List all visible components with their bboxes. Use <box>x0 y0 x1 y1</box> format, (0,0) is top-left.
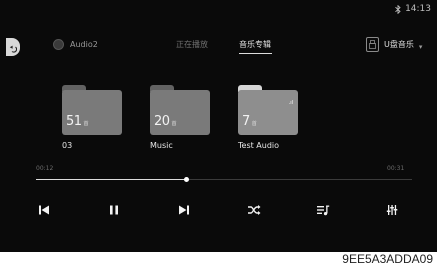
album-track-count: 51 <box>66 114 82 129</box>
album-name: Music <box>150 141 173 150</box>
pause-button[interactable] <box>102 200 126 220</box>
folder-icon: 51 首 <box>62 85 122 135</box>
dropdown-caret-icon: ▾ <box>418 43 423 51</box>
previous-icon <box>38 204 50 216</box>
album-track-count: 7 <box>242 114 250 129</box>
media-screen: 14:13 Audio2 正在播放 音乐专辑 U盘音乐 ▾ 51 首 03 20… <box>0 0 437 252</box>
album-item[interactable]: 20 首 Music <box>150 85 210 150</box>
folder-body: .ıl 7首 <box>238 90 298 135</box>
next-icon <box>178 204 190 216</box>
now-playing-bars-icon: .ıl <box>288 100 293 106</box>
usb-music-selector[interactable]: U盘音乐 ▾ <box>366 37 422 52</box>
active-tab-indicator <box>239 53 272 54</box>
folder-icon: 20 首 <box>150 85 210 135</box>
audio-source-selector[interactable]: Audio2 <box>53 39 98 50</box>
usb-drive-icon <box>366 37 379 52</box>
album-name: 03 <box>62 141 73 150</box>
shuffle-button[interactable] <box>242 200 266 220</box>
folder-body: 51 首 <box>62 90 122 135</box>
folder-body: 20 首 <box>150 90 210 135</box>
album-item-selected[interactable]: .ıl 7首 Test Audio <box>238 85 298 150</box>
playlist-icon <box>316 204 330 216</box>
status-bar: 14:13 <box>395 4 431 14</box>
track-unit: 首 <box>171 121 177 127</box>
source-label: Audio2 <box>70 40 98 49</box>
shuffle-icon <box>247 204 261 216</box>
clock: 14:13 <box>405 4 431 14</box>
usb-label: U盘音乐 <box>384 40 414 49</box>
back-arrow-icon <box>9 38 18 57</box>
album-name: Test Audio <box>238 141 280 150</box>
previous-button[interactable] <box>32 200 56 220</box>
playlist-button[interactable] <box>311 200 335 220</box>
bluetooth-icon <box>395 4 401 14</box>
progress-bar[interactable] <box>36 177 412 182</box>
back-button[interactable] <box>6 38 20 56</box>
equalizer-button[interactable] <box>380 200 404 220</box>
progress-thumb[interactable] <box>184 177 190 182</box>
next-button[interactable] <box>172 200 196 220</box>
elapsed-time: 00:12 <box>36 165 54 172</box>
tab-music-albums[interactable]: 音乐专辑 <box>239 39 271 50</box>
tab-now-playing[interactable]: 正在播放 <box>176 39 208 50</box>
album-item[interactable]: 51 首 03 <box>62 85 122 150</box>
track-unit: 首 <box>83 121 89 127</box>
equalizer-icon <box>386 204 398 216</box>
source-indicator-icon <box>53 39 64 50</box>
album-track-count: 20 <box>154 114 170 129</box>
progress-fill <box>36 179 187 180</box>
image-reference-code: 9EE5A3ADDA09 <box>342 252 433 266</box>
track-unit: 首 <box>251 121 257 127</box>
folder-icon: .ıl 7首 <box>238 85 298 135</box>
pause-icon <box>108 204 120 216</box>
total-time: 00:31 <box>387 165 405 172</box>
